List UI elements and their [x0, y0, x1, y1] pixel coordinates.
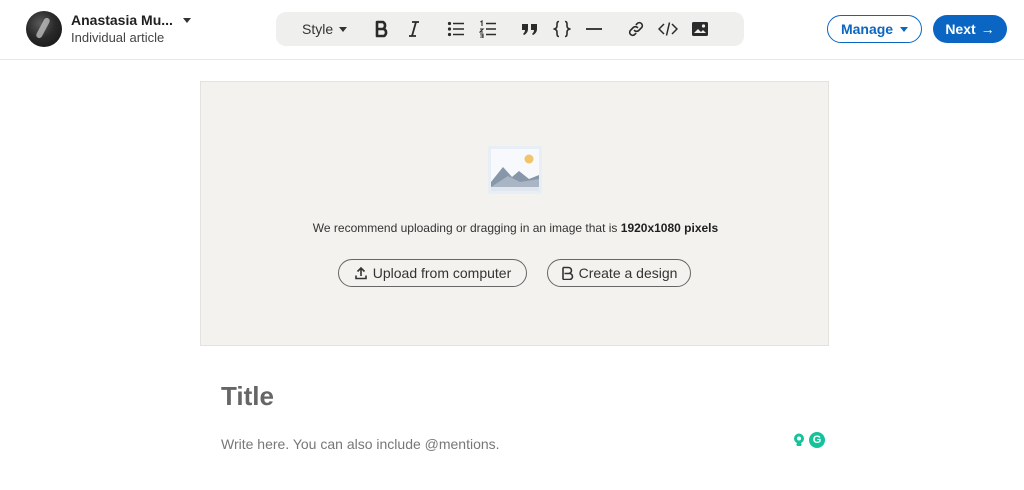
manage-dropdown-button[interactable]: Manage	[827, 15, 922, 43]
link-icon	[629, 21, 644, 37]
design-label: Create a design	[578, 265, 678, 281]
embed-icon	[658, 22, 679, 36]
formatting-toolbar: Style	[276, 12, 744, 46]
quote-button[interactable]	[519, 18, 541, 40]
caret-down-icon	[182, 18, 191, 24]
article-title-input[interactable]	[221, 376, 821, 416]
recommended-size: 1920x1080 pixels	[620, 221, 719, 235]
divider-button[interactable]	[583, 18, 605, 40]
code-block-icon	[553, 20, 572, 38]
italic-button[interactable]	[403, 18, 425, 40]
arrow-right-icon: →	[980, 21, 995, 37]
bulleted-list-button[interactable]	[445, 18, 467, 40]
italic-icon	[409, 21, 420, 37]
cover-image-dropzone[interactable]: We recommend uploading or dragging in an…	[200, 81, 829, 346]
avatar	[26, 11, 62, 47]
manage-label: Manage	[840, 21, 894, 37]
lightbulb-icon[interactable]	[792, 432, 806, 448]
code-block-button[interactable]	[551, 18, 573, 40]
upload-icon	[354, 266, 368, 280]
bulleted-list-icon	[448, 21, 465, 37]
caret-down-icon	[339, 26, 348, 32]
bold-button[interactable]	[371, 18, 393, 40]
quote-icon	[522, 24, 538, 35]
author-name: Anastasia Mu...	[71, 12, 173, 29]
cover-recommendation: We recommend uploading or dragging in an…	[312, 221, 719, 235]
embed-button[interactable]	[657, 18, 679, 40]
grammarly-icon[interactable]: G	[809, 432, 825, 448]
next-label: Next	[945, 21, 976, 37]
editor-header: Anastasia Mu... Individual article Style	[0, 0, 1024, 60]
author-switcher[interactable]: Anastasia Mu... Individual article	[26, 11, 191, 47]
numbered-list-icon	[479, 20, 497, 38]
divider-icon	[586, 28, 603, 30]
article-body-input[interactable]	[221, 434, 781, 454]
author-subtitle: Individual article	[71, 29, 165, 45]
image-placeholder-icon	[488, 146, 542, 194]
design-tool-icon	[561, 266, 574, 280]
style-dropdown[interactable]: Style	[302, 21, 348, 37]
bold-icon	[375, 20, 388, 38]
link-button[interactable]	[625, 18, 647, 40]
image-icon	[692, 22, 709, 36]
upload-label: Upload from computer	[372, 265, 512, 281]
numbered-list-button[interactable]	[477, 18, 499, 40]
caret-down-icon	[900, 26, 909, 32]
insert-image-button[interactable]	[689, 18, 711, 40]
upload-from-computer-button[interactable]: Upload from computer	[338, 259, 527, 287]
writing-assistant[interactable]: G	[792, 432, 825, 448]
style-label: Style	[302, 21, 334, 37]
create-design-button[interactable]: Create a design	[547, 259, 691, 287]
next-button[interactable]: Next →	[933, 15, 1007, 43]
